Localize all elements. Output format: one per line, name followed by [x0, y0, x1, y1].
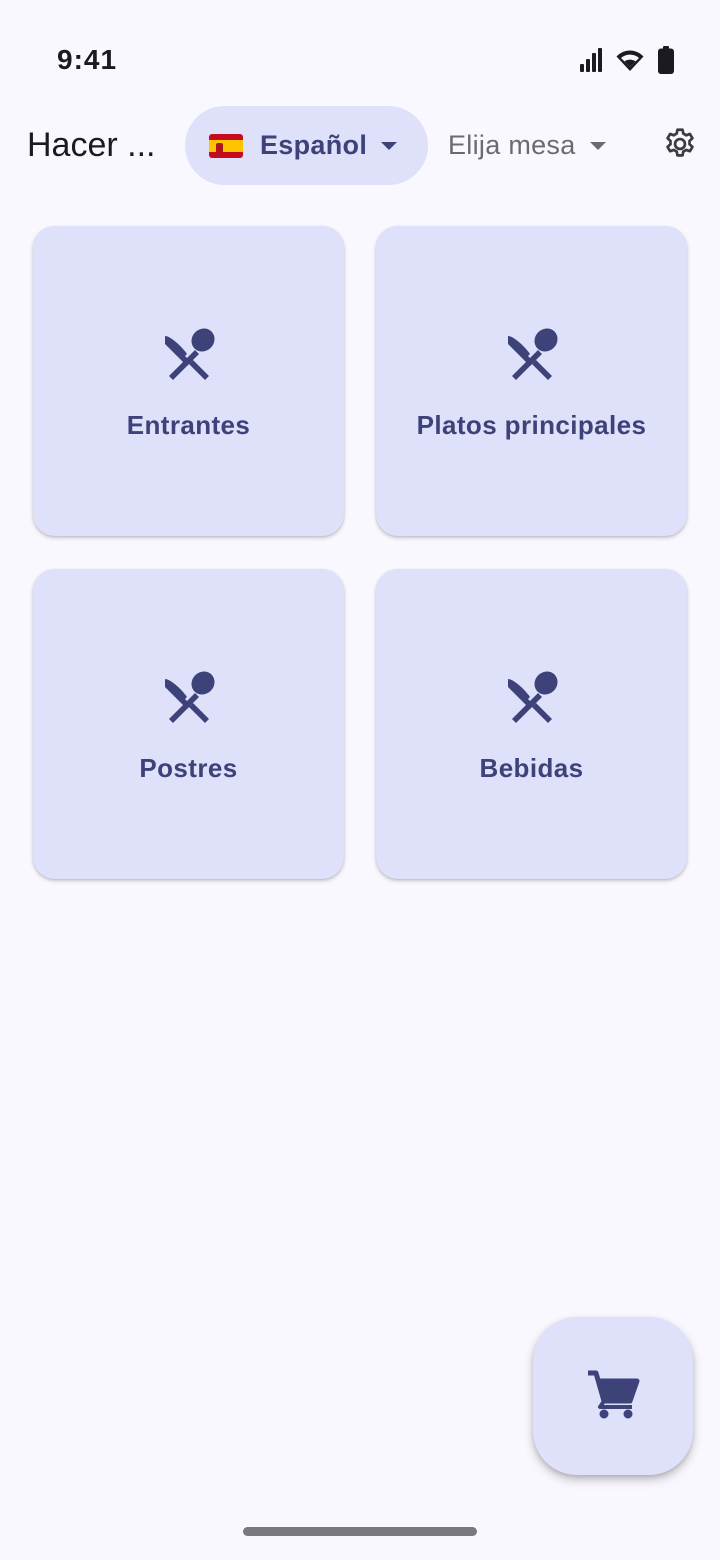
- category-label: Postres: [139, 753, 238, 783]
- category-label: Platos principales: [416, 410, 647, 440]
- home-indicator[interactable]: [243, 1527, 477, 1536]
- battery-icon: [658, 46, 674, 74]
- spain-flag-icon: [209, 133, 243, 158]
- chevron-down-icon: [589, 141, 606, 150]
- category-card-bebidas[interactable]: Bebidas: [376, 569, 687, 879]
- table-dropdown-label: Elija mesa: [448, 130, 576, 160]
- wifi-icon: [616, 48, 644, 72]
- category-label: Bebidas: [479, 753, 584, 783]
- category-card-entrantes[interactable]: Entrantes: [33, 226, 344, 536]
- restaurant-icon: [161, 669, 217, 725]
- table-dropdown[interactable]: Elija mesa: [448, 106, 606, 185]
- restaurant-icon: [504, 326, 560, 382]
- cart-icon: [586, 1369, 640, 1424]
- screen: 9:41 Hacer ... Español Elija mesa Entran…: [0, 0, 720, 1560]
- settings-button[interactable]: [660, 126, 700, 166]
- chevron-down-icon: [381, 141, 398, 150]
- language-label: Español: [260, 130, 368, 160]
- category-card-platos-principales[interactable]: Platos principales: [376, 226, 687, 536]
- category-card-postres[interactable]: Postres: [33, 569, 344, 879]
- restaurant-icon: [504, 669, 560, 725]
- app-bar: Hacer ... Español Elija mesa: [0, 106, 720, 186]
- language-dropdown[interactable]: Español: [185, 106, 428, 185]
- page-title: Hacer ...: [27, 126, 156, 164]
- cart-button[interactable]: [533, 1317, 693, 1475]
- gear-icon: [662, 126, 698, 167]
- status-bar: 9:41: [0, 0, 720, 120]
- status-time: 9:41: [57, 44, 118, 75]
- signal-icon: [580, 48, 602, 72]
- category-label: Entrantes: [126, 410, 251, 440]
- restaurant-icon: [161, 326, 217, 382]
- status-icons: [580, 46, 674, 74]
